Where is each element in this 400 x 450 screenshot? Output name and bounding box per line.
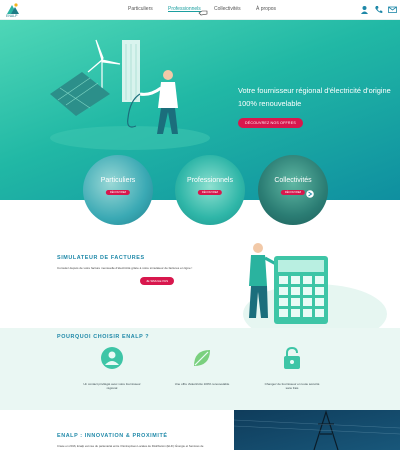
why-title: POURQUOI CHOISIR ENALP ? [57,334,150,340]
nav-item-collectivites[interactable]: Collectivités [214,6,241,12]
collectivites-card[interactable]: Collectivités DÉCOUVREZ [258,155,328,225]
particuliers-button[interactable]: DÉCOUVREZ [105,190,131,195]
power-lines-photo [234,410,400,450]
particuliers-card[interactable]: Particuliers DÉCOUVREZ [83,155,153,225]
particuliers-label: Particuliers [100,177,136,184]
simulator-title: SIMULATEUR DE FACTURES [57,255,145,261]
professionnels-label: Professionnels [187,177,233,184]
simulator-description: Cumulez depuis de votre facture mensuell… [57,266,193,270]
professionnels-card[interactable]: Professionnels DÉCOUVREZ [175,155,245,225]
hand-pointer-icon [198,10,208,16]
envelope-icon[interactable] [388,5,397,14]
discover-offers-button[interactable]: DÉCOUVREZ NOS OFFRES [238,118,303,128]
professionnels-button[interactable]: DÉCOUVREZ [197,190,223,195]
padlock-icon [284,346,300,369]
leaf-icon [194,350,210,366]
hero-illustration [50,39,210,150]
innovation-title: ENALP : INNOVATION & PROXIMITÉ [57,433,168,439]
hero-title: Votre fournisseur régional d'électricité… [238,86,391,108]
user-icon[interactable] [360,5,369,14]
collectivites-button[interactable]: DÉCOUVREZ [280,190,306,195]
innovation-text: Créée en 2016, Enalp est née du partenar… [57,444,204,448]
simulate-button[interactable]: JE SIMULE PAS [140,277,175,285]
arrow-right-icon[interactable] [306,190,314,198]
nav-item-particuliers[interactable]: Particuliers [128,6,153,12]
phone-icon[interactable] [374,5,383,14]
nav-item-a-propos[interactable]: À propos [256,6,276,12]
contact-person-icon [101,347,123,369]
collectivites-label: Collectivités [274,177,312,184]
feature-switch-text: Changez de fournisseur en toute sécurité… [264,382,320,390]
feature-renewable-text: Une offre d'électricité 100% renouvelabl… [174,382,230,386]
feature-contact-text: Un contact privilégié avec votre fournis… [83,382,141,390]
site-header: ENALP Particuliers Professionnels Collec… [0,0,400,20]
nav-item-professionnels[interactable]: Professionnels [168,6,201,12]
